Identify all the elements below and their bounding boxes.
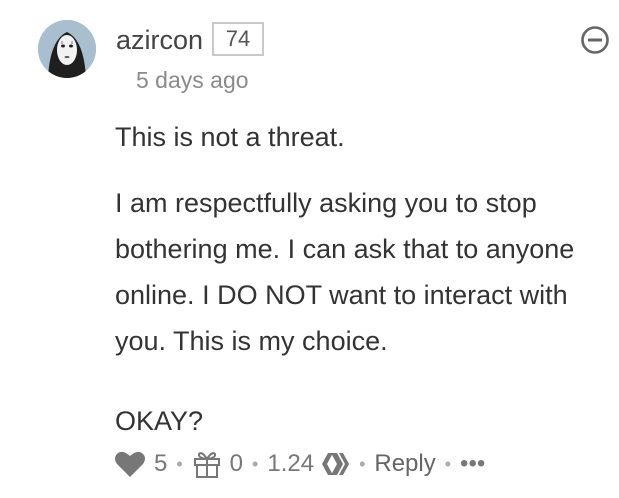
reply-button[interactable]: Reply	[374, 450, 435, 478]
separator-dot: •	[176, 453, 183, 474]
avatar[interactable]	[38, 20, 96, 78]
comment-timestamp[interactable]: 5 days ago	[136, 66, 249, 94]
payout-info[interactable]: 1.24	[267, 450, 350, 478]
more-options-button[interactable]: •••	[460, 450, 485, 478]
reputation-badge: 74	[212, 22, 264, 56]
minus-circle-icon	[581, 26, 609, 54]
comment-footer: 5 • 0 • 1.24 • Reply • •••	[114, 444, 485, 484]
collapse-button[interactable]	[580, 25, 610, 55]
heart-icon	[114, 450, 146, 478]
vote-count: 5	[154, 450, 168, 477]
comment-paragraph: I am respectfully asking you to stop bot…	[115, 188, 575, 356]
separator-dot: •	[359, 453, 366, 474]
gift-count: 0	[229, 450, 244, 477]
gift-icon	[192, 449, 222, 479]
tip-button[interactable]: 0	[192, 449, 243, 479]
upvote-button[interactable]: 5	[114, 450, 167, 478]
author-name[interactable]: azircon	[116, 24, 203, 56]
comment-body: This is not a threat. I am respectfully …	[115, 114, 605, 464]
payout-value: 1.24	[267, 450, 315, 477]
comment-card: azircon 74 5 days ago This is not a thre…	[0, 0, 619, 498]
separator-dot: •	[252, 453, 259, 474]
separator-dot: •	[444, 453, 452, 474]
hive-logo-icon	[320, 451, 350, 477]
comment-paragraph: This is not a threat.	[115, 122, 345, 152]
masked-character-avatar-icon	[38, 20, 96, 78]
comment-paragraph: OKAY?	[115, 406, 204, 436]
